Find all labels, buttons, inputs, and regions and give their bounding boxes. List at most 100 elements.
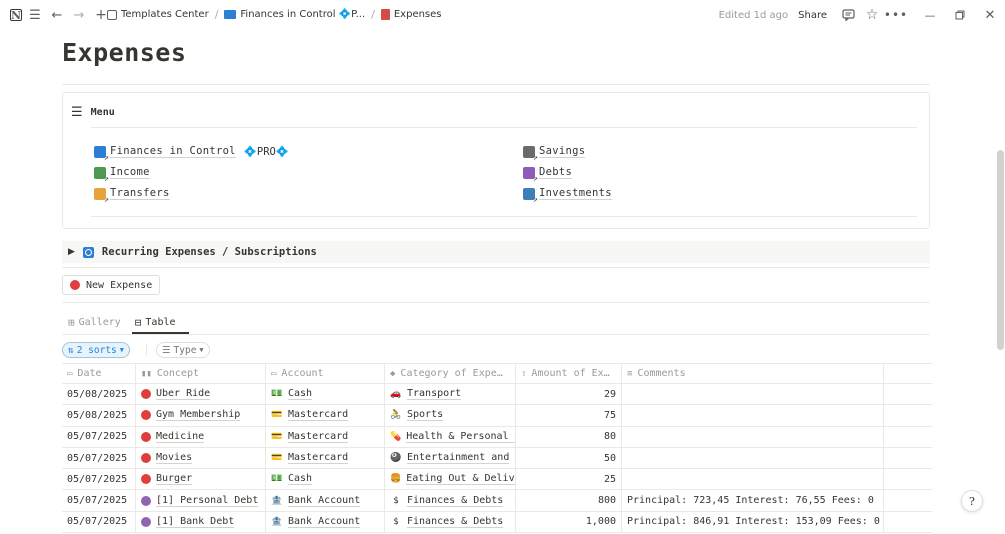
page-title[interactable]: Expenses: [62, 38, 186, 67]
cell-category[interactable]: $ Finances & Debts: [385, 490, 516, 511]
menu-title: Menu: [90, 107, 115, 118]
menu-divider-bottom: [91, 216, 917, 217]
tab-gallery[interactable]: ⊞ Gallery: [68, 312, 121, 332]
cell-amount[interactable]: 800: [516, 490, 622, 511]
table-row[interactable]: 05/07/2025 [1] Personal Debt 🏦 Bank Accou…: [62, 490, 932, 512]
cell-account[interactable]: 💵 Cash: [266, 384, 385, 405]
notion-logo-icon[interactable]: N: [10, 9, 22, 22]
cell-account[interactable]: 💵 Cash: [266, 469, 385, 490]
cell-category[interactable]: 🚴 Sports: [385, 405, 516, 426]
cell-comments[interactable]: [622, 469, 884, 490]
cell-amount[interactable]: 75: [516, 405, 622, 426]
cell-comments[interactable]: [622, 447, 884, 469]
cell-date[interactable]: 05/08/2025: [62, 384, 136, 405]
cell-account[interactable]: 🏦 Bank Account: [266, 490, 385, 511]
chip-separator: [146, 344, 147, 356]
cell-date[interactable]: 05/07/2025: [62, 469, 136, 490]
cell-date[interactable]: 05/07/2025: [62, 426, 136, 447]
column-header-concept[interactable]: ▮▮ Concept: [136, 364, 266, 383]
star-icon[interactable]: ☆: [863, 6, 881, 24]
more-options-icon[interactable]: •••: [884, 6, 907, 24]
cell-comments[interactable]: Principal: 846,91 Interest: 153,09 Fees:…: [622, 511, 884, 533]
cell-comments[interactable]: [622, 384, 884, 405]
table-row[interactable]: 05/08/2025 Uber Ride 💵 Cash 🚗 Transport 29: [62, 384, 932, 406]
cell-extra: [884, 405, 932, 425]
cell-concept[interactable]: Uber Ride: [136, 384, 266, 405]
debts-page-icon: [523, 166, 538, 183]
table-row[interactable]: 05/08/2025 Gym Membership 💳 Mastercard 🚴 S…: [62, 405, 932, 427]
comment-icon[interactable]: [839, 6, 857, 24]
cell-category[interactable]: 💊 Health & Personal C: [385, 426, 516, 447]
cell-comments[interactable]: [622, 405, 884, 426]
breadcrumb-templates-center[interactable]: Templates Center: [107, 9, 209, 20]
cell-concept[interactable]: [1] Bank Debt: [136, 511, 266, 533]
share-button[interactable]: Share: [798, 10, 827, 21]
table-icon: ⊟: [134, 315, 142, 329]
expenses-table: ▭ Date ▮▮ Concept ▭ Account ◆ Category o…: [62, 363, 932, 534]
cell-comments[interactable]: Principal: 723,45 Interest: 76,55 Fees: …: [622, 490, 884, 511]
back-arrow-icon[interactable]: ←: [48, 6, 66, 24]
cell-account[interactable]: 🏦 Bank Account: [266, 511, 385, 533]
pro-badge: 💠PRO💠: [243, 146, 289, 158]
cell-category[interactable]: 🍔 Eating Out & Deliv: [385, 469, 516, 490]
help-button[interactable]: ?: [961, 490, 983, 512]
type-filter-chip[interactable]: ☰ Type ▼: [156, 342, 210, 358]
column-header-category[interactable]: ◆ Category of Expe…: [385, 364, 516, 383]
cell-category[interactable]: 🎱 Entertainment and: [385, 447, 516, 469]
link-debts[interactable]: Debts: [523, 166, 573, 183]
minimize-window-icon[interactable]: —: [921, 6, 939, 24]
cell-comments[interactable]: [622, 426, 884, 447]
link-investments[interactable]: Investments: [523, 187, 612, 204]
cell-concept[interactable]: Gym Membership: [136, 405, 266, 426]
link-finances-in-control[interactable]: Finances in Control 💠PRO💠: [94, 145, 289, 162]
cell-date[interactable]: 05/07/2025: [62, 447, 136, 469]
cell-category[interactable]: 🚗 Transport: [385, 384, 516, 405]
cell-concept[interactable]: Medicine: [136, 426, 266, 447]
breadcrumb-expenses[interactable]: Expenses: [380, 9, 442, 20]
recurring-expenses-toggle[interactable]: ▶ Recurring Expenses / Subscriptions: [62, 241, 930, 263]
table-row[interactable]: 05/07/2025 [1] Bank Debt 🏦 Bank Account $…: [62, 511, 932, 534]
link-income[interactable]: Income: [94, 166, 150, 183]
link-savings[interactable]: Savings: [523, 145, 586, 162]
toggle-triangle-icon[interactable]: ▶: [68, 247, 75, 257]
column-header-date[interactable]: ▭ Date: [62, 364, 136, 383]
scrollbar-thumb[interactable]: [997, 150, 1004, 350]
column-header-amount[interactable]: ⇧ Amount of Ex…: [516, 364, 622, 383]
link-transfers[interactable]: Transfers: [94, 187, 170, 204]
menu-header: ☰ Menu: [71, 105, 115, 120]
menu-icon[interactable]: ☰: [26, 6, 44, 24]
cell-amount[interactable]: 50: [516, 447, 622, 469]
close-window-icon[interactable]: ✕: [981, 6, 999, 24]
cell-date[interactable]: 05/07/2025: [62, 511, 136, 533]
column-header-comments[interactable]: ≡ Comments: [622, 364, 884, 383]
cell-date[interactable]: 05/07/2025: [62, 490, 136, 511]
cell-amount[interactable]: 80: [516, 426, 622, 447]
table-row[interactable]: 05/07/2025 Movies 💳 Mastercard 🎱 Entertain…: [62, 447, 932, 470]
cell-amount[interactable]: 25: [516, 469, 622, 490]
forward-arrow-icon[interactable]: →: [70, 6, 88, 24]
bank-icon: 🏦: [271, 516, 283, 527]
table-row[interactable]: 05/07/2025 Medicine 💳 Mastercard 💊 Health …: [62, 426, 932, 448]
restore-window-icon[interactable]: [951, 6, 969, 24]
cell-concept[interactable]: [1] Personal Debt: [136, 490, 266, 511]
cell-amount[interactable]: 29: [516, 384, 622, 405]
cell-date[interactable]: 05/08/2025: [62, 405, 136, 426]
column-header-add[interactable]: [884, 364, 932, 383]
column-header-account[interactable]: ▭ Account: [266, 364, 385, 383]
table-row[interactable]: 05/07/2025 Burger 💵 Cash 🍔 Eating Out & De…: [62, 469, 932, 491]
cell-category[interactable]: $ Finances & Debts: [385, 511, 516, 533]
page-scrollbar[interactable]: [995, 30, 1005, 534]
cell-concept[interactable]: Burger: [136, 469, 266, 490]
cell-amount[interactable]: 1,000: [516, 511, 622, 533]
sorts-chip[interactable]: ⇅ 2 sorts ▼: [62, 342, 130, 358]
breadcrumb-finances-in-control[interactable]: Finances in Control 💠P...: [224, 9, 365, 20]
tab-table[interactable]: ⊟ Table: [135, 312, 176, 332]
cell-concept[interactable]: Movies: [136, 447, 266, 469]
cell-account[interactable]: 💳 Mastercard: [266, 426, 385, 447]
cell-account[interactable]: 💳 Mastercard: [266, 447, 385, 469]
card-icon: ▭: [271, 368, 277, 379]
cell-account[interactable]: 💳 Mastercard: [266, 405, 385, 426]
new-expense-button[interactable]: New Expense: [62, 275, 161, 295]
calendar-icon: ▭: [67, 368, 73, 379]
cell-extra: [884, 384, 932, 404]
